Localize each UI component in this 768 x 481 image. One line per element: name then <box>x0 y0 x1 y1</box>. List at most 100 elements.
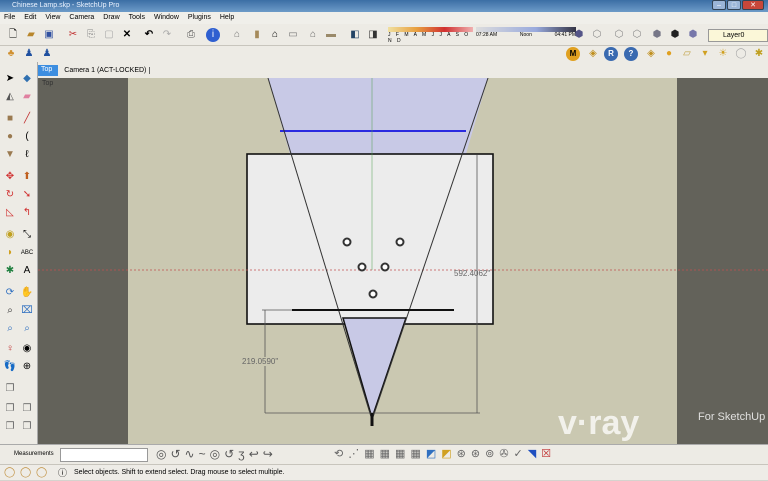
measurements-input[interactable] <box>60 448 148 462</box>
menu-view[interactable]: View <box>45 12 60 24</box>
scale-icon[interactable]: ◺ <box>3 206 17 220</box>
ies-light-icon[interactable]: ☀ <box>716 47 730 61</box>
tape-measure-icon[interactable]: ◉ <box>3 228 17 242</box>
omni-light-icon[interactable]: ◯ <box>734 47 748 61</box>
credits-icon[interactable]: ◯ <box>20 465 31 481</box>
menu-camera[interactable]: Camera <box>69 12 94 24</box>
layer-dropdown[interactable]: Layer0 <box>708 29 768 42</box>
terrain-icon[interactable]: ♟ <box>40 47 54 61</box>
hidden-line-icon[interactable]: ⬡ <box>612 28 626 42</box>
menu-tools[interactable]: Tools <box>129 12 145 24</box>
save-views-icon[interactable]: ▭ <box>286 28 300 42</box>
copy-icon[interactable]: ⎘ <box>84 28 98 42</box>
grid-icon[interactable]: ▦ <box>364 447 374 460</box>
wireframe-icon[interactable]: ⬡ <box>590 28 604 42</box>
redo-icon[interactable]: ↷ <box>160 28 174 42</box>
delete-icon[interactable]: ☒ <box>541 447 551 460</box>
position-camera-icon[interactable]: ♀ <box>3 342 17 356</box>
model-info-icon[interactable]: i <box>206 28 220 42</box>
dimension-icon[interactable]: ⤡ <box>20 228 34 242</box>
tab-top[interactable]: Top <box>38 64 59 76</box>
open-icon[interactable]: ▰ <box>24 28 38 42</box>
flag-icon[interactable]: ◥ <box>528 447 536 460</box>
geo-location-icon[interactable]: ◯ <box>4 465 15 481</box>
walk-icon[interactable]: 👣 <box>3 360 17 374</box>
arc-icon[interactable]: ( <box>20 130 34 144</box>
monochrome-icon[interactable]: ⬢ <box>668 28 682 42</box>
xray-icon[interactable]: ⬢ <box>686 28 700 42</box>
menu-edit[interactable]: Edit <box>24 12 36 24</box>
vray-help-icon[interactable]: ? <box>624 47 638 61</box>
menu-draw[interactable]: Draw <box>103 12 119 24</box>
zoom-icon[interactable]: ⌕ <box>3 304 17 318</box>
check-icon[interactable]: ✓ <box>514 447 523 460</box>
drawing-viewport[interactable]: Top 219.0590" 592.4062" v·ray For Sketch… <box>38 78 768 444</box>
sphere-light-icon[interactable]: ● <box>662 47 676 61</box>
section-plane-icon[interactable]: ⊕ <box>20 360 34 374</box>
helix-icon[interactable]: ʒ <box>238 447 245 461</box>
door-icon[interactable]: ▮ <box>250 28 264 42</box>
menu-window[interactable]: Window <box>154 12 179 24</box>
orbit-icon[interactable]: ⟳ <box>3 286 17 300</box>
target-icon[interactable]: ⊛ <box>471 447 480 460</box>
circle-icon[interactable]: ● <box>3 130 17 144</box>
maximize-button[interactable]: □ <box>727 0 741 10</box>
tab-camera-1[interactable]: Camera 1 (ACT-LOCKED) <box>61 66 151 74</box>
spiral-icon[interactable]: ◎ <box>156 447 166 461</box>
previous-view-icon[interactable]: ⌕ <box>20 322 34 336</box>
grid-icon[interactable]: ▦ <box>395 447 405 460</box>
shadow-time-slider[interactable]: 07:28 AM Noon 04:41 PM <box>476 27 576 44</box>
3d-text-icon[interactable]: A <box>20 264 34 278</box>
hook-icon[interactable]: ↩ <box>249 447 259 461</box>
house-outline-icon[interactable]: ⌂ <box>306 28 320 42</box>
dimension-label[interactable]: 592.4062" <box>454 269 490 278</box>
shaded-textures-icon[interactable]: ⬢ <box>650 28 664 42</box>
spiral-icon[interactable]: ◎ <box>210 447 220 461</box>
undo-icon[interactable]: ↶ <box>142 28 156 42</box>
move-icon[interactable]: ✥ <box>3 170 17 184</box>
warehouse-upload-icon[interactable]: ◧ <box>348 28 362 42</box>
paint-bucket-icon[interactable]: ◭ <box>3 90 17 104</box>
front-view-icon[interactable]: ❐ <box>3 420 17 434</box>
cut-icon[interactable]: ✂ <box>66 28 80 42</box>
target-icon[interactable]: ⊛ <box>457 447 466 460</box>
right-view-icon[interactable]: ❐ <box>20 420 34 434</box>
follow-me-icon[interactable]: ➘ <box>20 188 34 202</box>
zoom-extents-icon[interactable]: ⌕ <box>3 322 17 336</box>
eraser-tool-icon[interactable]: ⟲ <box>334 447 343 460</box>
top-view-icon[interactable]: ❐ <box>20 402 34 416</box>
curl-icon[interactable]: ↺ <box>170 447 180 461</box>
dimension-label[interactable]: 219.0590" <box>242 357 279 366</box>
warehouse-icon[interactable]: ◨ <box>366 28 380 42</box>
freehand-icon[interactable]: ℓ <box>20 148 34 162</box>
panel-icon[interactable]: ▬ <box>324 28 338 42</box>
grid-icon[interactable]: ▦ <box>380 447 390 460</box>
erase-icon[interactable]: ✕ <box>120 28 134 42</box>
help-icon[interactable]: ⓘ <box>58 465 67 481</box>
sandbox-icon[interactable]: ♣ <box>4 47 18 61</box>
new-icon[interactable]: 🗋 <box>6 28 20 42</box>
line-icon[interactable]: ╱ <box>20 112 34 126</box>
curl-icon[interactable]: ↺ <box>224 447 234 461</box>
component-icon[interactable]: ◆ <box>20 72 34 86</box>
add-location-icon[interactable]: ♟ <box>22 47 36 61</box>
model-canvas[interactable] <box>38 78 768 444</box>
menu-help[interactable]: Help <box>220 12 234 24</box>
select-icon[interactable]: ➤ <box>3 72 17 86</box>
loop-icon[interactable]: ↪ <box>263 447 273 461</box>
zoom-window-icon[interactable]: ⌧ <box>20 304 34 318</box>
wave-icon[interactable]: ~ <box>199 447 206 461</box>
minimize-button[interactable]: – <box>712 0 726 10</box>
user-icon[interactable]: ◯ <box>36 465 47 481</box>
offset-icon[interactable]: ↰ <box>20 206 34 220</box>
rect-light-icon[interactable]: ▱ <box>680 47 694 61</box>
eraser-icon[interactable]: ▰ <box>20 90 34 104</box>
xray-style-icon[interactable]: ⬢ <box>572 28 586 42</box>
layers-icon[interactable]: ❐ <box>3 382 17 396</box>
menu-plugins[interactable]: Plugins <box>188 12 211 24</box>
close-button[interactable]: ✕ <box>742 0 764 10</box>
vray-material-icon[interactable]: M <box>566 47 580 61</box>
spot-light-icon[interactable]: ▾ <box>698 47 712 61</box>
shaded-icon[interactable]: ⬡ <box>630 28 644 42</box>
rectangle-icon[interactable]: ■ <box>3 112 17 126</box>
